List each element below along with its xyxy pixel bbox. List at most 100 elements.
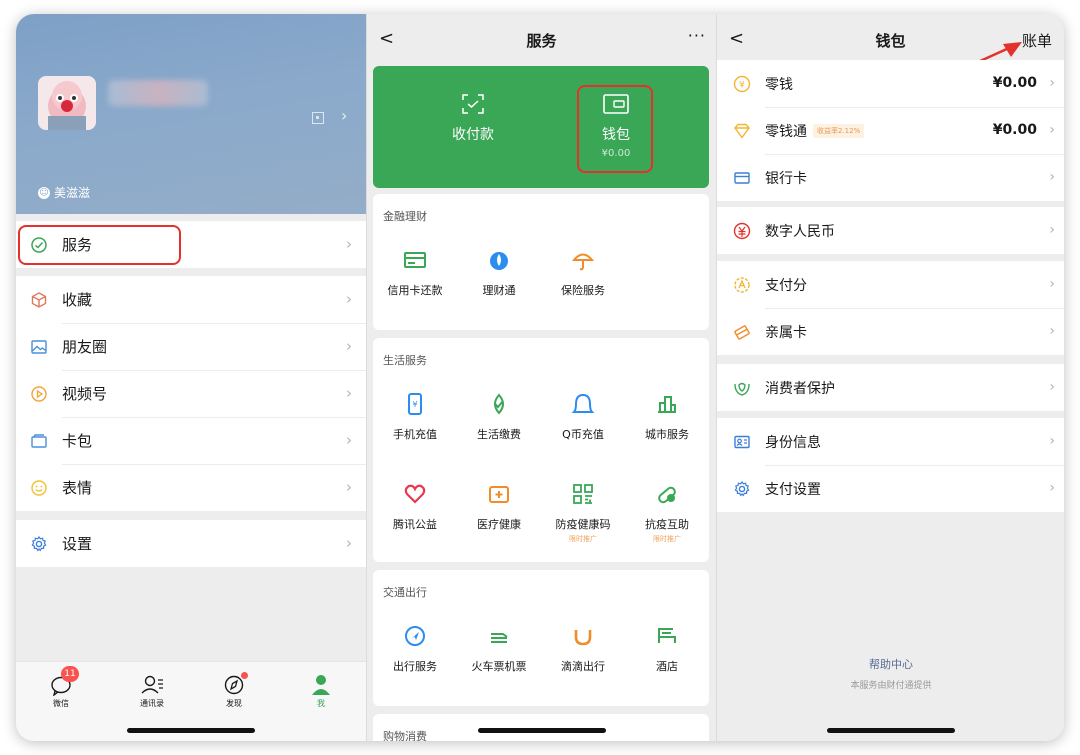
service-label: 火车票机票: [471, 660, 527, 673]
page-title: 服务: [526, 32, 557, 50]
chevron-right-icon: ›: [1049, 379, 1055, 395]
menu-label: 设置: [62, 535, 93, 553]
promo-tag: 限时推广: [653, 535, 681, 543]
menu-label: 朋友圈: [62, 338, 108, 356]
svg-text:¥: ¥: [412, 400, 417, 409]
licaitong-icon: [490, 252, 508, 270]
gear-icon: [734, 480, 750, 496]
cube-icon: [31, 291, 47, 308]
service-health-code[interactable]: 防疫健康码 限时推广: [541, 482, 625, 544]
utility-icon: [494, 393, 504, 415]
licaitong-balance: ¥0.00: [992, 122, 1037, 138]
phone-topup-icon: ¥: [408, 393, 422, 415]
wallet-item-ecny[interactable]: 数字人民币 ›: [717, 207, 1064, 254]
section-title: 购物消费: [383, 730, 427, 741]
tab-me[interactable]: 我: [291, 672, 351, 709]
wallet-item-change[interactable]: ¥ 零钱 ¥0.00 ›: [717, 60, 1064, 107]
avatar[interactable]: [38, 76, 96, 130]
umbrella-icon: [571, 253, 595, 271]
wallet-item-pay-settings[interactable]: 支付设置 ›: [717, 465, 1064, 512]
wallet-item-consumer-protection[interactable]: 消费者保护 ›: [717, 364, 1064, 411]
highlight-box-services: [18, 225, 181, 265]
home-indicator: [827, 728, 955, 733]
charity-heart-icon: [404, 484, 426, 504]
wallet-item-bank-card[interactable]: 银行卡 ›: [717, 154, 1064, 201]
wallet-group-score: 支付分 › 亲属卡 ›: [717, 261, 1064, 355]
train-icon: [491, 633, 508, 643]
services-panel: < 服务 ··· 收付款 钱包 ¥0.00 金融理财 信用卡还款 理财通 保险服…: [366, 14, 716, 741]
help-center-link[interactable]: 帮助中心: [717, 656, 1064, 672]
section-life: 生活服务 ¥ 手机充值 生活缴费 Q币充值 城市服务 腾讯公益 医疗健康 防疫健…: [373, 338, 709, 562]
wallet-panel: < 钱包 账单 ¥ 零钱 ¥0.00 › 零钱通 收益率2.12% ¥0.00 …: [716, 14, 1064, 741]
tab-label: 我: [317, 699, 325, 708]
chevron-right-icon: ›: [1049, 276, 1055, 292]
chevron-right-icon: ›: [1049, 222, 1055, 238]
wallet-item-family-card[interactable]: 亲属卡 ›: [717, 308, 1064, 355]
service-train-flight[interactable]: 火车票机票: [457, 624, 541, 674]
tab-label: 发现: [226, 699, 242, 708]
wallet-label: 支付分: [765, 277, 807, 294]
status[interactable]: ☺ 美滋滋: [38, 184, 90, 201]
menu-group-settings: 设置 ›: [16, 520, 366, 567]
chevron-right-icon: ›: [1049, 169, 1055, 185]
chevron-right-icon: ›: [346, 235, 352, 253]
smile-icon: ☺: [38, 186, 50, 199]
menu-item-favorites[interactable]: 收藏 ›: [16, 276, 366, 323]
family-card-icon: [734, 324, 750, 340]
play-circle-icon: [31, 385, 47, 402]
chevron-right-icon: ›: [346, 534, 352, 552]
service-label: 防疫健康码: [555, 518, 611, 531]
menu-label: 收藏: [62, 291, 93, 309]
chevron-right-icon: ›: [1049, 122, 1055, 138]
service-qcoin[interactable]: Q币充值: [541, 392, 625, 442]
service-travel[interactable]: 出行服务: [373, 624, 457, 674]
gear-icon: [31, 535, 47, 551]
change-balance: ¥0.00: [992, 75, 1037, 91]
menu-item-moments[interactable]: 朋友圈 ›: [16, 323, 366, 370]
section-title: 生活服务: [383, 354, 427, 367]
service-hotel[interactable]: 酒店: [625, 624, 709, 674]
tab-contacts[interactable]: 通讯录: [122, 672, 182, 709]
service-health[interactable]: 医疗健康: [457, 482, 541, 532]
section-title: 金融理财: [383, 210, 427, 223]
wallet-item-pay-score[interactable]: 支付分 ›: [717, 261, 1064, 308]
service-mobile-topup[interactable]: ¥ 手机充值: [373, 392, 457, 442]
medical-kit-icon: [489, 486, 509, 503]
more-button[interactable]: ···: [688, 26, 706, 45]
service-licaitong[interactable]: 理财通: [457, 248, 541, 298]
home-indicator: [478, 728, 606, 733]
service-mutual-aid[interactable]: 抗疫互助 限时推广: [625, 482, 709, 544]
pay-receive-button[interactable]: 收付款: [413, 92, 533, 144]
service-utilities[interactable]: 生活缴费: [457, 392, 541, 442]
menu-item-cards[interactable]: 卡包 ›: [16, 417, 366, 464]
bill-button[interactable]: 账单: [1022, 30, 1052, 51]
menu-item-channels[interactable]: 视频号 ›: [16, 370, 366, 417]
menu-item-stickers[interactable]: 表情 ›: [16, 464, 366, 511]
wallet-label: 零钱: [765, 76, 793, 93]
tab-discover[interactable]: 发现: [204, 672, 264, 709]
city-buildings-icon: [658, 396, 676, 413]
chevron-right-icon: ›: [346, 337, 352, 355]
wallet-item-licaitong[interactable]: 零钱通 收益率2.12% ¥0.00 ›: [717, 107, 1064, 154]
service-label: 生活缴费: [477, 428, 521, 441]
qr-code-icon[interactable]: [312, 112, 324, 124]
service-credit-card-repay[interactable]: 信用卡还款: [373, 248, 457, 298]
service-didi[interactable]: 滴滴出行: [541, 624, 625, 674]
me-panel: › ☺ 美滋滋 服务 › 收藏 › 朋友圈 › 视频号 › 卡包 › 表情 › …: [16, 14, 366, 741]
tab-bar: 11 微信 通讯录 发现 我: [16, 661, 366, 741]
service-label: 医疗健康: [477, 518, 521, 531]
wallet-label: 身份信息: [765, 434, 821, 451]
qr-code-icon: [573, 484, 593, 504]
service-insurance[interactable]: 保险服务: [541, 248, 625, 298]
service-charity[interactable]: 腾讯公益: [373, 482, 457, 532]
tab-chats[interactable]: 11 微信: [31, 666, 91, 709]
service-city[interactable]: 城市服务: [625, 392, 709, 442]
wallet-item-identity[interactable]: 身份信息 ›: [717, 418, 1064, 465]
credit-card-icon: [404, 252, 426, 268]
profile-header[interactable]: › ☺ 美滋滋: [16, 14, 366, 214]
menu-item-settings[interactable]: 设置 ›: [16, 520, 366, 567]
wallet-group-ecny: 数字人民币 ›: [717, 207, 1064, 254]
wallet-label: 支付设置: [765, 481, 821, 498]
svg-text:¥: ¥: [739, 80, 745, 90]
service-label: 理财通: [482, 284, 516, 297]
